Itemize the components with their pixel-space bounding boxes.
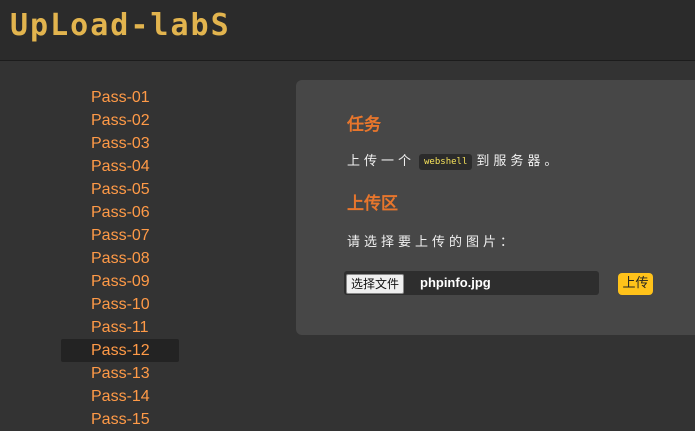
choose-file-button[interactable]: 选择文件 bbox=[346, 274, 405, 294]
sidebar-item-pass-09[interactable]: Pass-09 bbox=[61, 270, 179, 293]
sidebar-item-pass-01[interactable]: Pass-01 bbox=[61, 86, 179, 109]
sidebar-item-pass-13[interactable]: Pass-13 bbox=[61, 362, 179, 385]
task-prefix: 上传一个 bbox=[347, 154, 416, 169]
sidebar-item-pass-11[interactable]: Pass-11 bbox=[61, 316, 179, 339]
sidebar-item-pass-02[interactable]: Pass-02 bbox=[61, 109, 179, 132]
sidebar-item-pass-10[interactable]: Pass-10 bbox=[61, 293, 179, 316]
sidebar-item-pass-05[interactable]: Pass-05 bbox=[61, 178, 179, 201]
task-suffix: 到服务器。 bbox=[476, 154, 562, 169]
sidebar-item-pass-14[interactable]: Pass-14 bbox=[61, 385, 179, 408]
sidebar-item-pass-03[interactable]: Pass-03 bbox=[61, 132, 179, 155]
task-title: 任务 bbox=[347, 115, 381, 135]
sidebar-item-pass-07[interactable]: Pass-07 bbox=[61, 224, 179, 247]
sidebar-item-pass-04[interactable]: Pass-04 bbox=[61, 155, 179, 178]
sidebar-nav: Pass-01 Pass-02 Pass-03 Pass-04 Pass-05 … bbox=[61, 86, 179, 431]
sidebar-item-pass-06[interactable]: Pass-06 bbox=[61, 201, 179, 224]
main-panel: 任务 上传一个 webshell 到服务器。 上传区 请选择要上传的图片： 选择文件… bbox=[296, 80, 695, 335]
upload-area-title: 上传区 bbox=[347, 194, 398, 214]
sidebar-item-pass-15[interactable]: Pass-15 bbox=[61, 408, 179, 431]
sidebar-item-pass-08[interactable]: Pass-08 bbox=[61, 247, 179, 270]
selected-file-name: phpinfo.jpg bbox=[420, 275, 491, 290]
webshell-code: webshell bbox=[419, 153, 473, 170]
header-bar: UpLoad-labS bbox=[0, 0, 695, 61]
task-description: 上传一个 webshell 到服务器。 bbox=[347, 150, 561, 170]
file-input[interactable]: 选择文件 phpinfo.jpg bbox=[344, 271, 599, 295]
upload-button[interactable]: 上传 bbox=[618, 273, 653, 295]
upload-prompt: 请选择要上传的图片： bbox=[347, 235, 518, 250]
site-logo[interactable]: UpLoad-labS bbox=[10, 8, 231, 43]
sidebar-item-pass-12[interactable]: Pass-12 bbox=[61, 339, 179, 362]
